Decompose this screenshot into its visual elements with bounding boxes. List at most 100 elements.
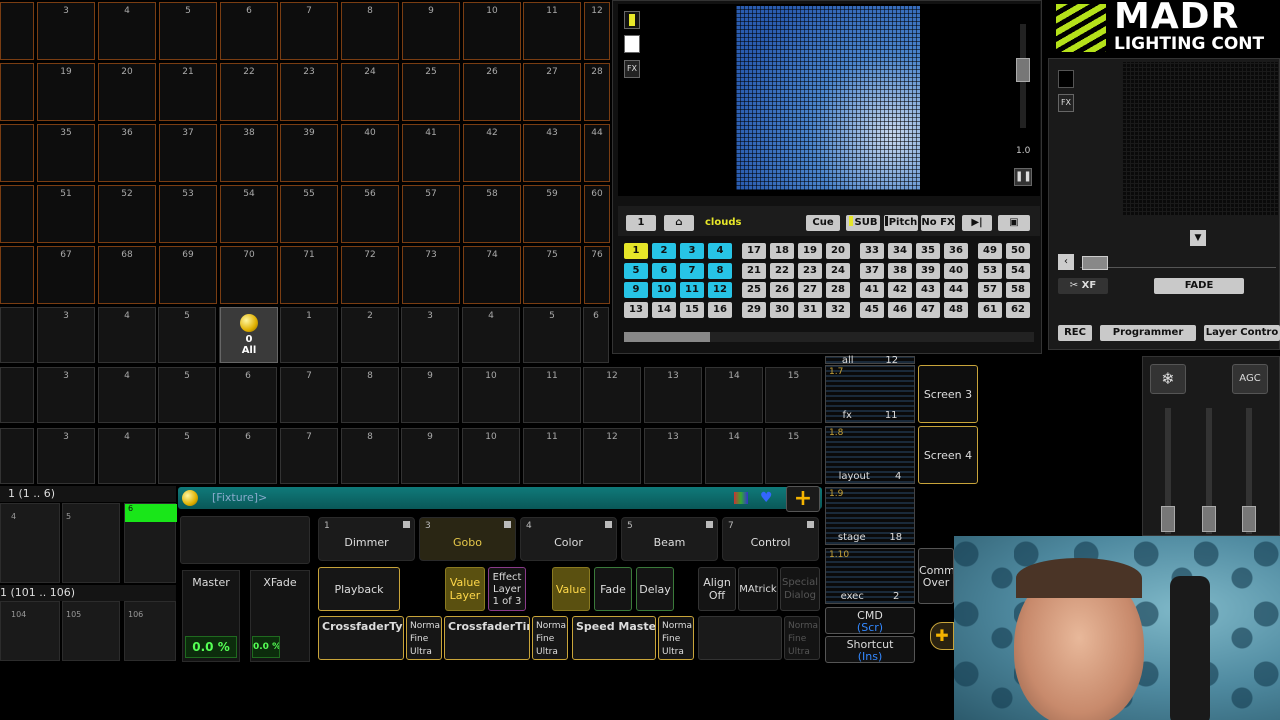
media-key[interactable]: 24: [826, 262, 850, 279]
grid-cell[interactable]: 3: [37, 428, 95, 484]
media-key[interactable]: 20: [826, 243, 850, 259]
grid-cell[interactable]: 71: [280, 246, 338, 304]
grid-cell[interactable]: 27: [523, 63, 581, 121]
media-key[interactable]: 30: [770, 301, 794, 318]
media-key[interactable]: 9: [624, 282, 648, 298]
pitch-button[interactable]: Pitch: [884, 215, 918, 231]
grid-cell[interactable]: 10: [462, 428, 520, 484]
normal-select-1[interactable]: Norma Fine Ultra: [406, 616, 442, 660]
panel-button[interactable]: ▣: [998, 215, 1030, 231]
audio-fader-1-handle[interactable]: [1161, 506, 1175, 532]
grid-cell[interactable]: 4: [98, 367, 156, 423]
media-key[interactable]: 2: [652, 243, 676, 259]
media-key[interactable]: 45: [860, 301, 884, 318]
grid-cell[interactable]: 73: [402, 246, 460, 304]
grid-cell[interactable]: 5: [159, 2, 217, 60]
grid-cell[interactable]: 55: [280, 185, 338, 243]
grid-cell[interactable]: 40: [341, 124, 399, 182]
grid-cell[interactable]: 24: [341, 63, 399, 121]
media-key[interactable]: 46: [888, 301, 912, 318]
media-key[interactable]: 40: [944, 262, 968, 279]
feature-tab-dimmer[interactable]: 1 Dimmer: [318, 517, 415, 561]
grid-cell[interactable]: 22: [220, 63, 278, 121]
media-key[interactable]: 6: [652, 262, 676, 279]
media-key[interactable]: 25: [742, 282, 766, 298]
grid-cell[interactable]: 57: [402, 185, 460, 243]
media-key[interactable]: 13: [624, 301, 648, 318]
grid-cell[interactable]: 4: [462, 307, 520, 363]
media-key[interactable]: 47: [916, 301, 940, 318]
cue-button[interactable]: Cue: [806, 215, 840, 231]
grid-cell[interactable]: 6: [219, 428, 277, 484]
media-key[interactable]: 31: [798, 301, 822, 318]
grid-cell[interactable]: 11: [523, 2, 581, 60]
normal-select-2[interactable]: Norma Fine Ultra: [532, 616, 568, 660]
media-key[interactable]: 1: [624, 243, 648, 259]
freeze-button[interactable]: ❄: [1150, 364, 1186, 394]
grid-cell[interactable]: 72: [341, 246, 399, 304]
media-key[interactable]: 22: [770, 262, 794, 279]
feature-tab-color[interactable]: 4 Color: [520, 517, 617, 561]
grid-cell[interactable]: 60: [584, 185, 610, 243]
grid-cell[interactable]: 39: [280, 124, 338, 182]
range2-slot-b[interactable]: 105: [62, 601, 120, 661]
grid-cell[interactable]: 38: [220, 124, 278, 182]
media-key[interactable]: 50: [1006, 243, 1030, 259]
white-swatch[interactable]: [624, 35, 640, 53]
feature-tab-gobo[interactable]: 3 Gobo: [419, 517, 516, 561]
grid-cell[interactable]: 13: [644, 428, 702, 484]
grid-cell[interactable]: 8: [341, 428, 399, 484]
xf-slider[interactable]: [1080, 256, 1276, 270]
delay-button[interactable]: Delay: [636, 567, 674, 611]
media-key[interactable]: 58: [1006, 282, 1030, 298]
align-button[interactable]: Align Off: [698, 567, 736, 611]
audio-fader-2-handle[interactable]: [1202, 506, 1216, 532]
grid-cell[interactable]: 13: [644, 367, 702, 423]
media-key[interactable]: 11: [680, 282, 704, 298]
range1-slot-c[interactable]: 6: [124, 503, 177, 583]
xf-left-arrow[interactable]: ‹: [1058, 254, 1074, 270]
feature-tab-control[interactable]: 7 Control: [722, 517, 819, 561]
nofx-button[interactable]: No FX: [921, 215, 955, 231]
media-key[interactable]: 42: [888, 282, 912, 298]
grid-cell[interactable]: 76: [584, 246, 610, 304]
media-key[interactable]: 61: [978, 301, 1002, 318]
layout-thumb-fx[interactable]: 1.7 fx 11: [825, 365, 915, 423]
grid-cell[interactable]: 35: [37, 124, 95, 182]
grid-cell[interactable]: 5: [158, 367, 216, 423]
media-key[interactable]: 4: [708, 243, 732, 259]
grid-cell[interactable]: 4: [98, 2, 156, 60]
grid-cell[interactable]: 44: [584, 124, 610, 182]
grid-edge-cell[interactable]: [0, 367, 34, 423]
grid-cell[interactable]: 14: [705, 367, 763, 423]
media-key[interactable]: 26: [770, 282, 794, 298]
media-key[interactable]: 33: [860, 243, 884, 259]
crossfader-type-button[interactable]: CrossfaderTyp: [318, 616, 404, 660]
grid-cell[interactable]: 4: [98, 428, 156, 484]
media-key[interactable]: 29: [742, 301, 766, 318]
grid-cell[interactable]: 7: [280, 428, 338, 484]
media-key[interactable]: 12: [708, 282, 732, 298]
grid-edge-cell[interactable]: [0, 185, 34, 243]
screen-3-button[interactable]: Screen 3: [918, 365, 978, 423]
grid-cell[interactable]: 21: [159, 63, 217, 121]
cmd-button[interactable]: CMD (Scr): [825, 607, 915, 634]
layout-thumb-exec[interactable]: 1.10 exec 2: [825, 548, 915, 604]
audio-fader-3-handle[interactable]: [1242, 506, 1256, 532]
grid-cell[interactable]: 3: [401, 307, 459, 363]
grid-cell[interactable]: 14: [705, 428, 763, 484]
grid-cell[interactable]: 5: [523, 307, 581, 363]
home-button[interactable]: ⌂: [664, 215, 694, 231]
media-key[interactable]: 37: [860, 262, 884, 279]
grid-cell[interactable]: 11: [523, 428, 581, 484]
media-key[interactable]: 14: [652, 301, 676, 318]
grid-cell[interactable]: 23: [280, 63, 338, 121]
grid-cell[interactable]: 51: [37, 185, 95, 243]
fx-button[interactable]: FX: [624, 60, 640, 78]
normal-select-4[interactable]: Norma Fine Ultra: [784, 616, 820, 660]
grid-cell[interactable]: 7: [280, 2, 338, 60]
grid-cell[interactable]: 67: [37, 246, 95, 304]
grid-cell[interactable]: 56: [341, 185, 399, 243]
grid-cell[interactable]: 53: [159, 185, 217, 243]
media-key[interactable]: 53: [978, 262, 1002, 279]
